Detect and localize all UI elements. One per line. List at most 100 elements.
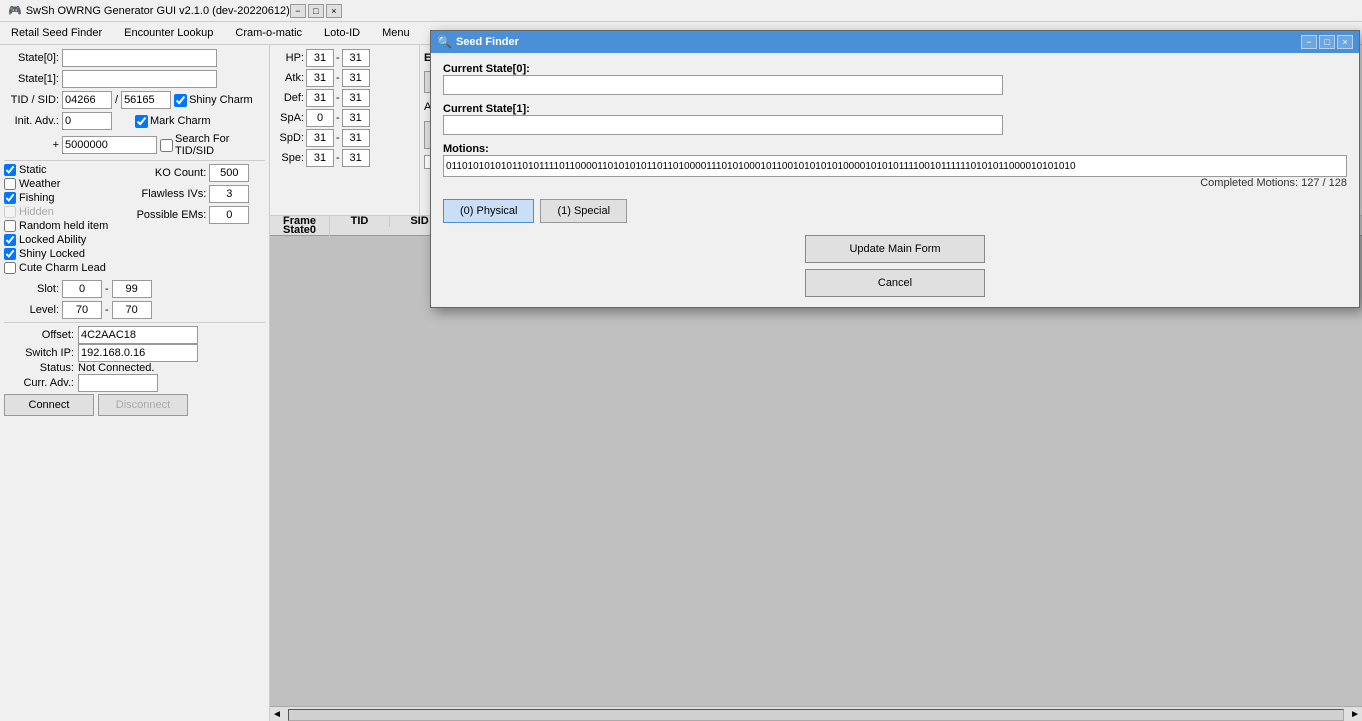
atk-label: Atk: (274, 72, 304, 84)
hidden-checkbox[interactable] (4, 206, 16, 218)
weather-checkbox[interactable] (4, 178, 16, 190)
shiny-charm-label: Shiny Charm (174, 94, 253, 107)
init-adv-input[interactable] (62, 112, 112, 130)
bottom-scrollbar[interactable]: ◄ ► (270, 706, 1362, 721)
scroll-right-btn[interactable]: ► (1348, 709, 1362, 720)
close-button[interactable]: × (326, 4, 342, 18)
offset-input[interactable] (78, 326, 198, 344)
col-tid: TID (330, 215, 390, 227)
modal-state0-input[interactable] (443, 75, 1003, 95)
sid-input[interactable] (121, 91, 171, 109)
spa-label: SpA: (274, 112, 304, 124)
modal-state1-label: Current State[1]: (443, 103, 563, 115)
search-tid-sid-checkbox[interactable] (160, 139, 173, 152)
spe-max-input[interactable] (342, 149, 370, 167)
tid-input[interactable] (62, 91, 112, 109)
modal-state0-section: Current State[0]: (443, 63, 1347, 95)
state1-input[interactable] (62, 70, 217, 88)
modal-minimize-btn[interactable]: − (1301, 35, 1317, 49)
mark-charm-checkbox[interactable] (135, 115, 148, 128)
fishing-row: Fishing (4, 192, 108, 204)
cute-charm-checkbox[interactable] (4, 262, 16, 274)
menu-menu[interactable]: Menu (375, 24, 417, 42)
hidden-label: Hidden (19, 206, 54, 218)
hp-min-input[interactable] (306, 49, 334, 67)
update-main-form-button[interactable]: Update Main Form (805, 235, 985, 263)
tid-sid-row: TID / SID: / Shiny Charm (4, 91, 265, 109)
modal-motions-label: Motions: (443, 143, 489, 155)
menu-cram-o-matic[interactable]: Cram-o-matic (228, 24, 309, 42)
menu-retail-seed-finder[interactable]: Retail Seed Finder (4, 24, 109, 42)
modal-maximize-btn[interactable]: □ (1319, 35, 1335, 49)
def-max-input[interactable] (342, 89, 370, 107)
stats-panel: HP: - Atk: - Def: - (270, 45, 420, 215)
possible-ems-label: Possible EMs: (126, 209, 206, 221)
state0-row: State[0]: (4, 49, 265, 67)
special-button[interactable]: (1) Special (540, 199, 627, 223)
spe-min-input[interactable] (306, 149, 334, 167)
modal-close-btn[interactable]: × (1337, 35, 1353, 49)
minimize-button[interactable]: − (290, 4, 306, 18)
hp-row: HP: - (274, 49, 415, 67)
state0-label: State[0]: (4, 52, 59, 64)
def-min-input[interactable] (306, 89, 334, 107)
possible-ems-input[interactable] (209, 206, 249, 224)
modal-motions-input[interactable] (443, 155, 1347, 177)
fishing-checkbox[interactable] (4, 192, 16, 204)
shiny-locked-checkbox[interactable] (4, 248, 16, 260)
locked-ability-row: Locked Ability (4, 234, 108, 246)
spd-max-input[interactable] (342, 129, 370, 147)
spa-min-input[interactable] (306, 109, 334, 127)
flawless-ivs-input[interactable] (209, 185, 249, 203)
scrollbar-track[interactable] (288, 709, 1344, 721)
ko-count-row: KO Count: (126, 164, 249, 182)
modal-icon: 🔍 (437, 35, 452, 49)
hp-max-input[interactable] (342, 49, 370, 67)
spd-label: SpD: (274, 132, 304, 144)
modal-controls: − □ × (1301, 35, 1353, 49)
physical-special-row: (0) Physical (1) Special (443, 199, 1347, 223)
connect-button[interactable]: Connect (4, 394, 94, 416)
cancel-button[interactable]: Cancel (805, 269, 985, 297)
state0-input[interactable] (62, 49, 217, 67)
connect-buttons: Connect Disconnect (4, 394, 265, 416)
menu-loto-id[interactable]: Loto-ID (317, 24, 367, 42)
curr-adv-input[interactable] (78, 374, 158, 392)
spd-min-input[interactable] (306, 129, 334, 147)
slot-min-input[interactable] (62, 280, 102, 298)
ko-count-label: KO Count: (126, 167, 206, 179)
mark-charm-label: Mark Charm (135, 115, 211, 128)
menu-encounter-lookup[interactable]: Encounter Lookup (117, 24, 220, 42)
maximize-button[interactable]: □ (308, 4, 324, 18)
col-state0: State0 (270, 224, 330, 236)
level-min-input[interactable] (62, 301, 102, 319)
scroll-left-btn[interactable]: ◄ (270, 709, 284, 720)
random-item-checkbox[interactable] (4, 220, 16, 232)
init-adv-row: Init. Adv.: Mark Charm (4, 112, 265, 130)
init-adv-label: Init. Adv.: (4, 115, 59, 127)
spa-max-input[interactable] (342, 109, 370, 127)
def-label: Def: (274, 92, 304, 104)
spd-row: SpD: - (274, 129, 415, 147)
disconnect-button[interactable]: Disconnect (98, 394, 188, 416)
physical-button[interactable]: (0) Physical (443, 199, 534, 223)
modal-state0-row: Current State[0]: (443, 63, 1347, 75)
modal-state1-input[interactable] (443, 115, 1003, 135)
shiny-charm-checkbox[interactable] (174, 94, 187, 107)
ko-count-input[interactable] (209, 164, 249, 182)
plus-input[interactable] (62, 136, 157, 154)
atk-max-input[interactable] (342, 69, 370, 87)
static-row: Static (4, 164, 108, 176)
modal-motions-label-row: Motions: (443, 143, 1347, 155)
atk-min-input[interactable] (306, 69, 334, 87)
switch-ip-input[interactable] (78, 344, 198, 362)
modal-buttons-row: Update Main Form Cancel (443, 235, 1347, 297)
offset-row: Offset: (4, 326, 265, 344)
plus-row: + Search For TID/SID (4, 133, 265, 157)
level-max-input[interactable] (112, 301, 152, 319)
modal-state1-section: Current State[1]: (443, 103, 1347, 135)
state1-row: State[1]: (4, 70, 265, 88)
static-checkbox[interactable] (4, 164, 16, 176)
locked-ability-checkbox[interactable] (4, 234, 16, 246)
slot-max-input[interactable] (112, 280, 152, 298)
